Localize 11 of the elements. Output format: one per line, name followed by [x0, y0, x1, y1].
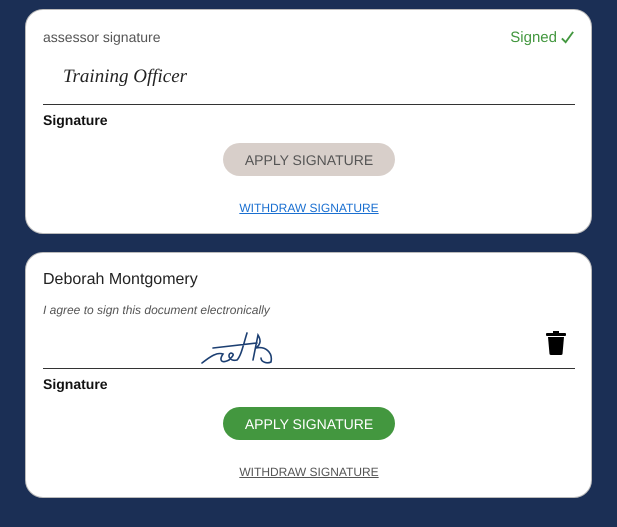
card-title: Deborah Montgomery — [43, 271, 198, 289]
apply-signature-button[interactable]: APPLY SIGNATURE — [223, 407, 395, 440]
card-title: assessor signature — [43, 29, 161, 45]
withdraw-signature-link[interactable]: WITHDRAW SIGNATURE — [239, 201, 379, 215]
check-icon — [560, 30, 575, 44]
signature-label: Signature — [43, 112, 109, 128]
typed-signature: Training Officer — [63, 66, 188, 88]
signed-status: Signed — [510, 28, 575, 46]
signature-label: Signature — [43, 376, 109, 392]
delete-button[interactable] — [546, 331, 566, 355]
consent-text: I agree to sign this document electronically — [43, 303, 272, 317]
